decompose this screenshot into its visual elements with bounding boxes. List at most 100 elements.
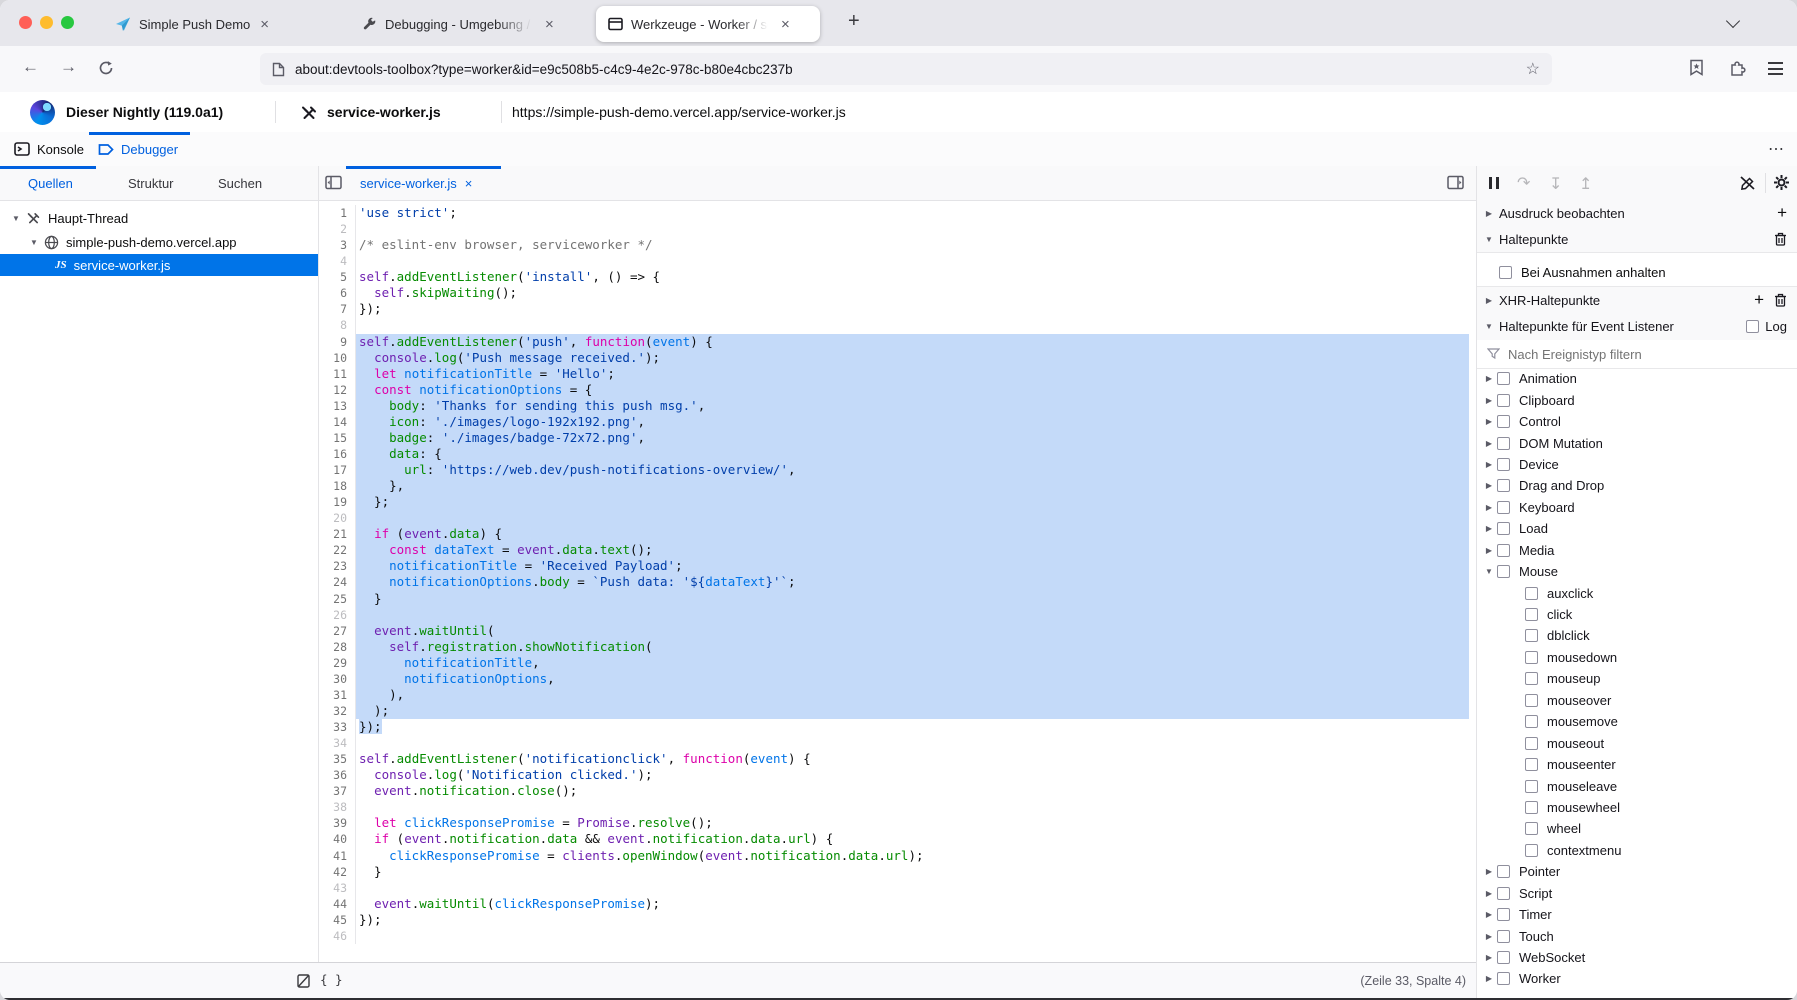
event-checkbox[interactable] bbox=[1525, 651, 1538, 664]
line-number[interactable]: 33 bbox=[319, 719, 356, 735]
code-text[interactable]: }); bbox=[356, 912, 1469, 928]
code-text[interactable]: url: 'https://web.dev/push-notifications… bbox=[356, 462, 1469, 478]
event-row[interactable]: dblclick bbox=[1477, 625, 1797, 646]
event-checkbox[interactable] bbox=[1525, 780, 1538, 793]
expand-icon[interactable]: ▶ bbox=[1483, 481, 1495, 490]
code-text[interactable]: if (event.data) { bbox=[356, 526, 1469, 542]
code-text[interactable]: }); bbox=[356, 301, 1469, 317]
event-checkbox[interactable] bbox=[1497, 865, 1510, 878]
event-checkbox[interactable] bbox=[1497, 908, 1510, 921]
expand-icon[interactable]: ▶ bbox=[1483, 974, 1495, 983]
code-text[interactable] bbox=[356, 221, 1469, 237]
code-text[interactable]: self.skipWaiting(); bbox=[356, 285, 1469, 301]
event-row[interactable]: ▶Drag and Drop bbox=[1477, 475, 1797, 496]
event-checkbox[interactable] bbox=[1497, 951, 1510, 964]
event-filter-input[interactable]: Nach Ereignistyp filtern bbox=[1477, 340, 1797, 369]
tab-konsole[interactable]: Konsole bbox=[14, 132, 84, 166]
line-number[interactable]: 35 bbox=[319, 751, 356, 767]
code-text[interactable]: if (event.notification.data && event.not… bbox=[356, 831, 1469, 847]
event-row[interactable]: ▶Touch bbox=[1477, 925, 1797, 946]
forward-icon[interactable]: → bbox=[60, 57, 77, 77]
event-row[interactable]: ▶DOM Mutation bbox=[1477, 432, 1797, 453]
event-checkbox[interactable] bbox=[1497, 522, 1510, 535]
expand-icon[interactable]: ▶ bbox=[1483, 503, 1495, 512]
devtools-more-icon[interactable]: ⋯ bbox=[1768, 132, 1784, 166]
line-number[interactable]: 22 bbox=[319, 542, 356, 558]
close-window-button[interactable] bbox=[19, 16, 32, 29]
url-bar[interactable]: about:devtools-toolbox?type=worker&id=e9… bbox=[260, 53, 1552, 85]
code-text[interactable]: 'use strict'; bbox=[356, 205, 1469, 221]
event-row[interactable]: ▶Worker bbox=[1477, 968, 1797, 989]
code-text[interactable]: ); bbox=[356, 703, 1469, 719]
line-number[interactable]: 46 bbox=[319, 928, 356, 944]
tab-quellen[interactable]: Quellen bbox=[28, 166, 73, 200]
event-row[interactable]: ▶Control bbox=[1477, 411, 1797, 432]
code-text[interactable]: }; bbox=[356, 494, 1469, 510]
tree-item-main-thread[interactable]: ▼ Haupt-Thread bbox=[0, 207, 318, 229]
code-text[interactable]: let clickResponsePromise = Promise.resol… bbox=[356, 815, 1469, 831]
collapse-icon[interactable]: ▼ bbox=[1483, 567, 1495, 576]
code-text[interactable]: }, bbox=[356, 478, 1469, 494]
code-text[interactable]: event.notification.close(); bbox=[356, 783, 1469, 799]
line-number[interactable]: 31 bbox=[319, 687, 356, 703]
event-checkbox[interactable] bbox=[1525, 715, 1538, 728]
event-row[interactable]: ▶Keyboard bbox=[1477, 497, 1797, 518]
tab-struktur[interactable]: Struktur bbox=[128, 166, 174, 200]
code-text[interactable]: self.addEventListener('push', function(e… bbox=[356, 334, 1469, 350]
line-number[interactable]: 39 bbox=[319, 815, 356, 831]
remove-xhr-trash-icon[interactable] bbox=[1774, 293, 1787, 307]
event-checkbox[interactable] bbox=[1497, 501, 1510, 514]
event-row[interactable]: mousewheel bbox=[1477, 797, 1797, 818]
event-row[interactable]: mouseleave bbox=[1477, 775, 1797, 796]
expand-icon[interactable]: ▶ bbox=[1483, 910, 1495, 919]
line-number[interactable]: 25 bbox=[319, 591, 356, 607]
code-text[interactable]: badge: './images/badge-72x72.png', bbox=[356, 430, 1469, 446]
log-checkbox[interactable] bbox=[1746, 320, 1759, 333]
expand-icon[interactable]: ▶ bbox=[1483, 546, 1495, 555]
line-number[interactable]: 21 bbox=[319, 526, 356, 542]
add-watch-icon[interactable]: + bbox=[1777, 203, 1787, 223]
step-over-icon[interactable]: ↷ bbox=[1517, 173, 1530, 193]
blackbox-source-icon[interactable] bbox=[296, 973, 311, 989]
code-text[interactable]: self.addEventListener('notificationclick… bbox=[356, 751, 1469, 767]
add-xhr-breakpoint-icon[interactable]: + bbox=[1754, 290, 1764, 310]
step-in-icon[interactable]: ↧ bbox=[1549, 174, 1562, 194]
collapse-icon[interactable]: ▼ bbox=[1483, 235, 1495, 244]
event-checkbox[interactable] bbox=[1497, 372, 1510, 385]
event-row[interactable]: click bbox=[1477, 604, 1797, 625]
collapse-icon[interactable]: ▼ bbox=[28, 238, 40, 247]
code-text[interactable]: clickResponsePromise = clients.openWindo… bbox=[356, 848, 1469, 864]
code-text[interactable] bbox=[356, 928, 1469, 944]
event-row[interactable]: ▶WebSocket bbox=[1477, 947, 1797, 968]
watch-expressions-header[interactable]: ▶ Ausdruck beobachten + bbox=[1477, 200, 1797, 227]
line-number[interactable]: 20 bbox=[319, 510, 356, 526]
close-tab-icon[interactable]: × bbox=[545, 17, 554, 32]
line-number[interactable]: 23 bbox=[319, 558, 356, 574]
event-row[interactable]: contextmenu bbox=[1477, 840, 1797, 861]
extensions-puzzle-icon[interactable] bbox=[1729, 59, 1747, 77]
code-text[interactable] bbox=[356, 510, 1469, 526]
event-checkbox[interactable] bbox=[1497, 972, 1510, 985]
event-row[interactable]: ▶Clipboard bbox=[1477, 389, 1797, 410]
code-text[interactable]: const dataText = event.data.text(); bbox=[356, 542, 1469, 558]
tab-overflow-chevron-icon[interactable] bbox=[1728, 16, 1738, 26]
event-row[interactable]: wheel bbox=[1477, 818, 1797, 839]
event-row[interactable]: mousemove bbox=[1477, 711, 1797, 732]
event-checkbox[interactable] bbox=[1525, 608, 1538, 621]
event-checkbox[interactable] bbox=[1497, 394, 1510, 407]
event-row[interactable]: auxclick bbox=[1477, 582, 1797, 603]
line-number[interactable]: 1 bbox=[319, 205, 356, 221]
expand-icon[interactable]: ▶ bbox=[1483, 524, 1495, 533]
code-text[interactable]: } bbox=[356, 864, 1469, 880]
code-text[interactable]: console.log('Push message received.'); bbox=[356, 350, 1469, 366]
code-text[interactable]: notificationTitle, bbox=[356, 655, 1469, 671]
code-text[interactable]: self.addEventListener('install', () => { bbox=[356, 269, 1469, 285]
collapse-sources-pane-icon[interactable] bbox=[325, 175, 342, 190]
tree-item-origin[interactable]: ▼ simple-push-demo.vercel.app bbox=[0, 231, 318, 253]
line-number[interactable]: 30 bbox=[319, 671, 356, 687]
line-number[interactable]: 7 bbox=[319, 301, 356, 317]
expand-icon[interactable]: ▶ bbox=[1483, 374, 1495, 383]
back-icon[interactable]: ← bbox=[22, 57, 39, 77]
pause-on-exceptions-row[interactable]: Bei Ausnahmen anhalten bbox=[1477, 258, 1797, 286]
event-row[interactable]: ▶Media bbox=[1477, 540, 1797, 561]
